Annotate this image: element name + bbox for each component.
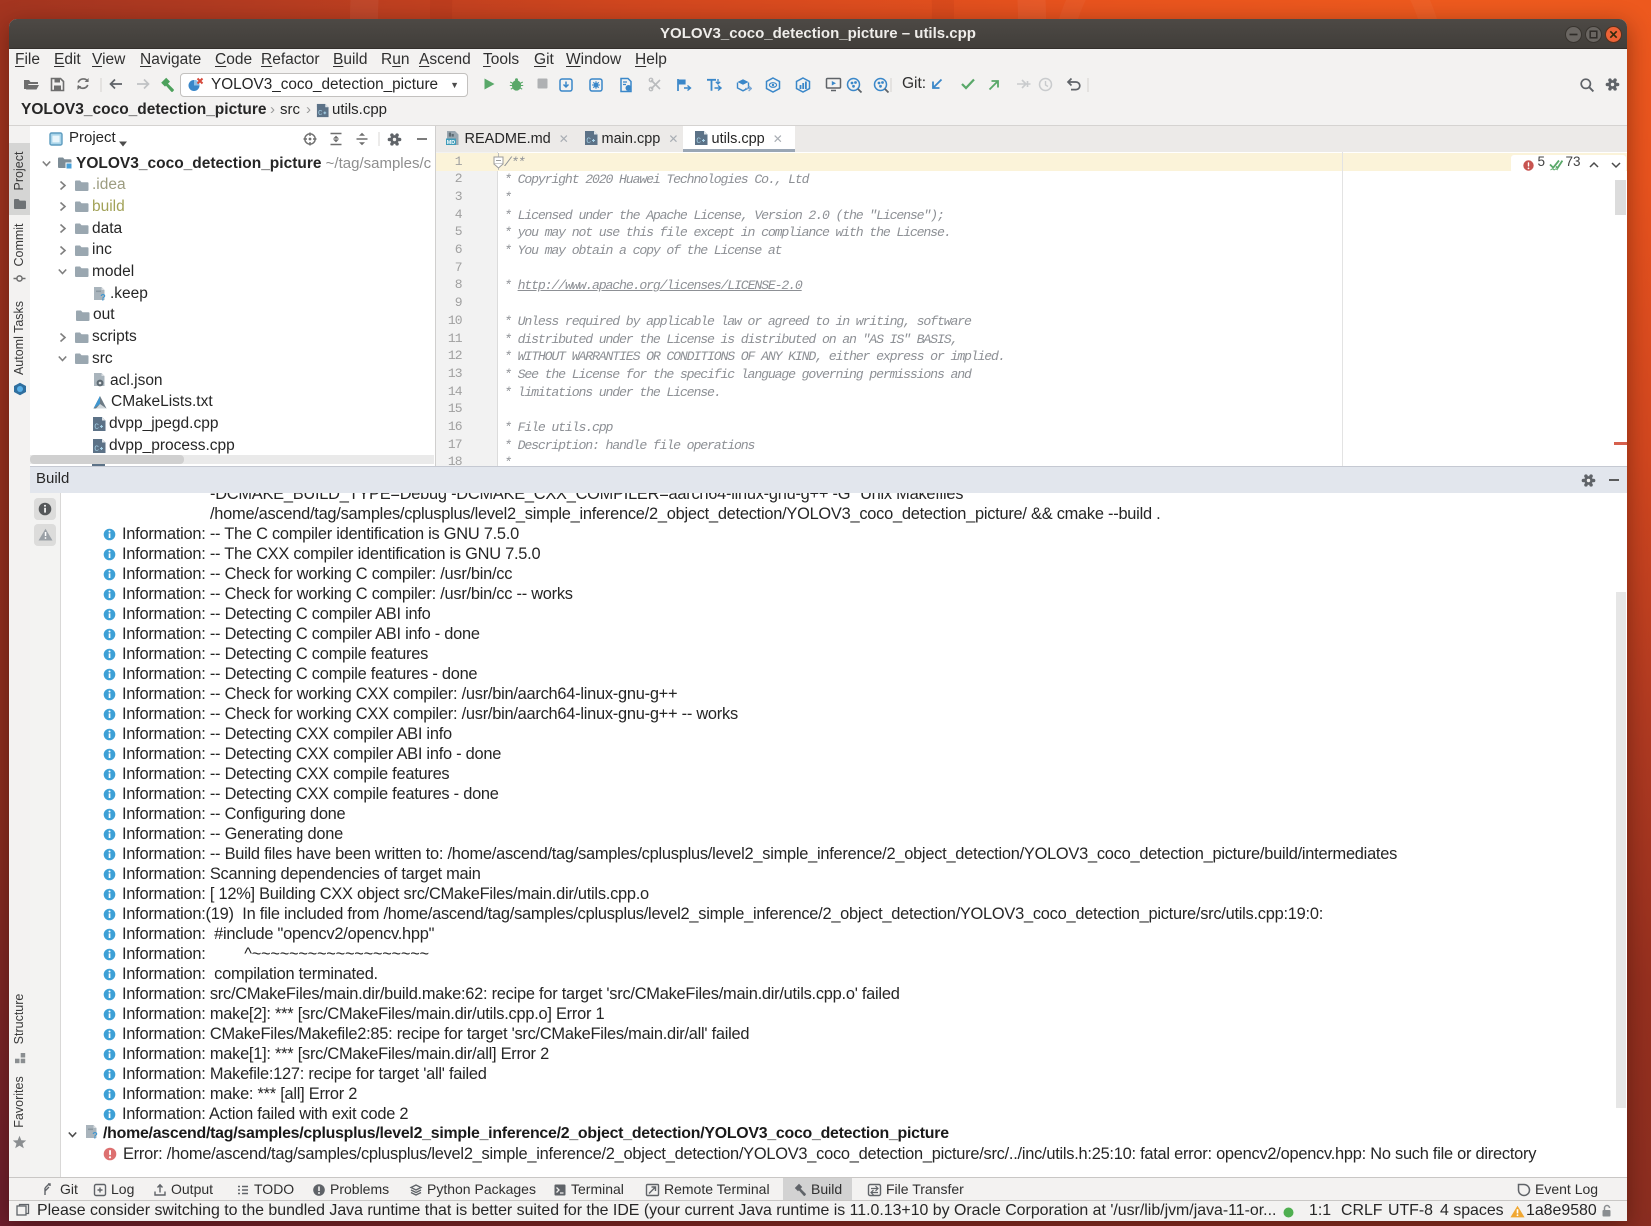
svg-text:MD: MD [446,140,454,146]
svg-text:?: ? [92,1130,97,1140]
svg-text:C: C [94,423,99,432]
svg-text:C: C [696,137,701,146]
svg-text:C: C [318,110,323,118]
svg-text:?: ? [100,292,106,302]
svg-text:C: C [586,137,591,146]
svg-text:C: C [94,445,99,454]
